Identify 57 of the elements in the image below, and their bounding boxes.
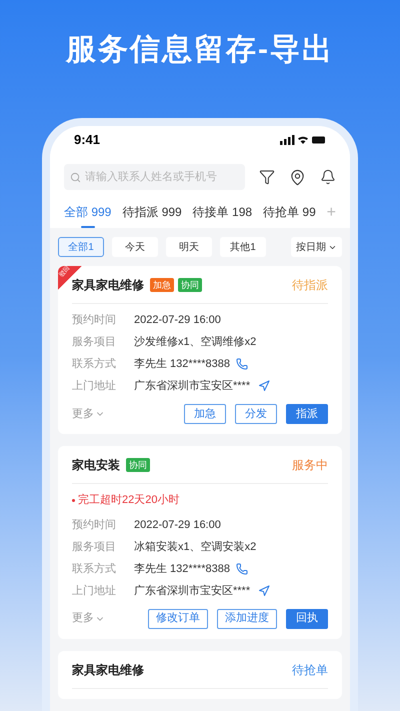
order-status: 服务中 (292, 457, 328, 474)
location-pin-icon[interactable] (289, 168, 306, 186)
order-status: 待抢单 (292, 662, 328, 678)
action-button[interactable]: 加急 (184, 404, 226, 424)
field-value: 2022-07-29 16:00 (134, 313, 221, 328)
field-label: 服务项目 (72, 540, 117, 554)
search-field[interactable]: 请输入联系人姓名或手机号 (64, 164, 245, 190)
order-tag: 协同 (126, 458, 150, 472)
navigation-icon[interactable] (258, 584, 270, 596)
action-button[interactable]: 分发 (235, 404, 277, 424)
bell-icon[interactable] (320, 169, 336, 185)
field-value: 2022-07-29 16:00 (134, 518, 221, 532)
field-label: 联系方式 (72, 562, 117, 576)
phone-icon[interactable] (236, 358, 248, 370)
field-value: 广东省深圳市宝安区**** (134, 584, 250, 598)
search-input[interactable]: 请输入联系人姓名或手机号 (85, 168, 239, 186)
field-label: 联系方式 (72, 356, 117, 372)
order-status: 待指派 (292, 277, 328, 294)
navigation-icon[interactable] (258, 380, 270, 392)
more-toggle[interactable]: 更多 (72, 406, 105, 422)
headline: 服务信息留存-导出 (66, 32, 334, 68)
phone-icon[interactable] (236, 562, 248, 574)
search-icon (70, 172, 81, 182)
filter-chip[interactable]: 今天 (112, 237, 158, 257)
field-value: 沙发维修x1、空调维修x2 (134, 334, 256, 350)
tab[interactable]: 待抢单 99 (263, 203, 316, 228)
field-label: 上门地址 (72, 378, 117, 394)
more-toggle[interactable]: 更多 (72, 610, 105, 627)
field-value: 李先生 132****8388 (134, 562, 230, 576)
field-value: 冰箱安装x1、空调安装x2 (134, 540, 256, 554)
order-title: 家电安装 (72, 457, 120, 474)
order-tag: 加急 (150, 278, 174, 292)
filter-icon[interactable] (259, 169, 275, 185)
field-label: 预约时间 (72, 313, 117, 328)
field-label: 上门地址 (72, 584, 117, 598)
filter-chip[interactable]: 全部1 (58, 237, 104, 257)
overdue-warning-text: 完工超时22天20小时 (78, 492, 180, 508)
order-card[interactable]: 家电安装 协同 服务中 完工超时22天20小时 预约时间 2022-07-29 16:00 服务项目 冰箱安装x1、空调安装x2 联系方式 李先生 132****8388 上门地址 广东省深圳市宝安区**** 更多 修改订单 添加进度 回执 (58, 446, 342, 638)
field-label: 服务项目 (72, 335, 117, 350)
field-value: 李先生 132****8388 (134, 357, 230, 372)
sort-dropdown[interactable]: 按日期 (291, 237, 342, 257)
order-tag: 协同 (178, 278, 202, 292)
order-card[interactable]: 家具家电维修 待抢单 (58, 650, 342, 698)
field-label: 预约时间 (72, 518, 117, 532)
tab[interactable]: 待接单 198 (192, 203, 252, 228)
order-title: 家具家电维修 (72, 662, 144, 678)
status-icons (280, 135, 326, 145)
action-button[interactable]: 添加进度 (217, 608, 277, 628)
tab[interactable]: 待指派 999 (122, 203, 182, 228)
field-value: 广东省深圳市宝安区**** (134, 378, 250, 394)
filter-chip[interactable]: 其他1 (220, 237, 266, 257)
clock-time: 9:41 (74, 131, 100, 150)
filter-chip[interactable]: 明天 (166, 237, 212, 257)
action-button[interactable]: 指派 (286, 404, 328, 424)
action-button[interactable]: 回执 (286, 608, 328, 628)
action-button[interactable]: 修改订单 (148, 608, 208, 628)
tab[interactable]: 全部 999 (64, 203, 112, 228)
